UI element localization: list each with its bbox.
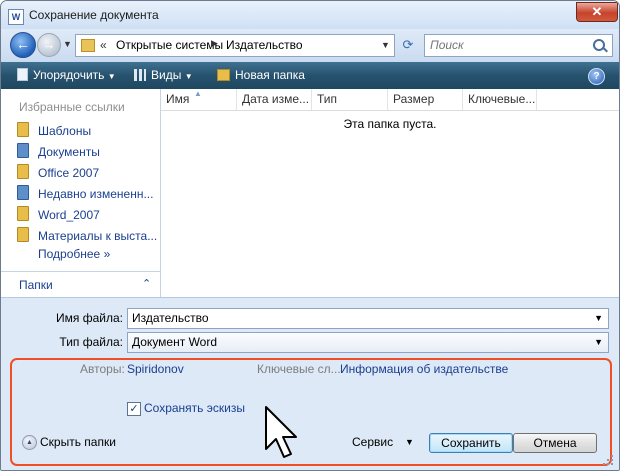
favorite-item-label: Документы bbox=[38, 145, 100, 159]
column-date-modified[interactable]: Дата изме... bbox=[237, 89, 312, 110]
filename-dropdown-icon[interactable]: ▼ bbox=[594, 313, 603, 323]
chevron-up-icon[interactable]: ▲ bbox=[22, 435, 37, 450]
resize-grip-icon[interactable] bbox=[601, 453, 615, 467]
new-folder-button[interactable]: Новая папка bbox=[217, 68, 305, 82]
save-thumbnails-label[interactable]: Сохранять эскизы bbox=[144, 401, 245, 415]
filename-field[interactable]: Издательство ▼ bbox=[127, 308, 609, 329]
filetype-value: Документ Word bbox=[132, 335, 218, 349]
save-thumbnails-checkbox[interactable]: ✓ bbox=[127, 402, 141, 416]
navigation-pane: Избранные ссылки Шаблоны Документы Offic… bbox=[1, 89, 161, 298]
folder-icon bbox=[81, 39, 95, 52]
window-title: Сохранение документа bbox=[29, 8, 159, 22]
filetype-dropdown-icon[interactable]: ▼ bbox=[594, 337, 603, 347]
organize-button[interactable]: Упорядочить ▼ bbox=[17, 68, 116, 82]
views-label: Виды bbox=[151, 68, 182, 82]
file-list[interactable]: Имя ▲ Дата изме... Тип Размер Ключевые..… bbox=[161, 89, 619, 297]
save-options-panel: Имя файла: Издательство ▼ Тип файла: Док… bbox=[1, 297, 619, 470]
filename-value[interactable]: Издательство bbox=[132, 311, 209, 325]
command-toolbar: Упорядочить ▼ Виды ▼ Новая папка ? bbox=[1, 62, 619, 89]
breadcrumb-open-systems[interactable]: Открытые системы bbox=[116, 38, 223, 52]
favorite-item-exhibition[interactable]: Материалы к выста... bbox=[17, 227, 157, 247]
new-folder-icon bbox=[217, 69, 230, 81]
empty-folder-message: Эта папка пуста. bbox=[343, 117, 437, 131]
filename-label: Имя файла: bbox=[56, 311, 123, 325]
views-icon bbox=[134, 69, 146, 81]
word-app-icon: W bbox=[8, 9, 24, 25]
views-dropdown-icon: ▼ bbox=[184, 72, 193, 81]
navigation-bar: ← → ▼ « Открытые системы ▶ Издательство … bbox=[1, 29, 619, 61]
folders-label: Папки bbox=[19, 278, 53, 292]
cancel-button[interactable]: Отмена bbox=[513, 433, 597, 453]
organize-dropdown-icon: ▼ bbox=[107, 72, 116, 81]
tools-button[interactable]: Сервис bbox=[352, 435, 393, 449]
search-icon[interactable] bbox=[593, 39, 605, 51]
favorites-header: Избранные ссылки bbox=[19, 100, 125, 114]
recent-folder-icon bbox=[17, 185, 29, 200]
favorite-item-word-2007[interactable]: Word_2007 bbox=[17, 206, 100, 226]
filetype-label: Тип файла: bbox=[59, 335, 123, 349]
refresh-icon[interactable]: ⟳ bbox=[397, 35, 419, 55]
folder-icon bbox=[17, 206, 29, 221]
views-button[interactable]: Виды ▼ bbox=[134, 68, 193, 82]
sort-ascending-icon: ▲ bbox=[194, 89, 202, 98]
organize-label: Упорядочить bbox=[33, 68, 105, 82]
column-type[interactable]: Тип bbox=[312, 89, 388, 110]
save-dialog: W Сохранение документа ✕ ← → ▼ « Открыты… bbox=[0, 0, 620, 471]
favorite-item-templates[interactable]: Шаблоны bbox=[17, 122, 91, 142]
more-link[interactable]: Подробнее » bbox=[38, 247, 110, 261]
authors-value[interactable]: Spiridonov bbox=[127, 362, 184, 376]
address-dropdown-icon[interactable]: ▼ bbox=[381, 40, 390, 50]
favorite-item-documents[interactable]: Документы bbox=[17, 143, 100, 163]
mouse-pointer-icon bbox=[265, 406, 297, 458]
help-icon[interactable]: ? bbox=[588, 68, 605, 85]
search-box[interactable] bbox=[424, 34, 613, 57]
column-size[interactable]: Размер bbox=[388, 89, 463, 110]
breadcrumb-overflow-icon[interactable]: « bbox=[100, 38, 107, 52]
save-button[interactable]: Сохранить bbox=[429, 433, 513, 453]
favorite-item-label: Недавно измененн... bbox=[38, 187, 154, 201]
favorite-item-label: Материалы к выста... bbox=[38, 229, 158, 243]
breadcrumb-separator-icon[interactable]: ▶ bbox=[211, 38, 218, 49]
favorite-item-label: Office 2007 bbox=[38, 166, 100, 180]
folder-icon bbox=[17, 122, 29, 137]
back-button[interactable]: ← bbox=[10, 32, 36, 58]
folder-icon bbox=[17, 227, 29, 242]
hide-folders-button[interactable]: Скрыть папки bbox=[40, 435, 116, 449]
column-header-row: Имя ▲ Дата изме... Тип Размер Ключевые..… bbox=[161, 89, 619, 111]
title-bar[interactable]: W Сохранение документа ✕ bbox=[1, 1, 619, 29]
search-input[interactable] bbox=[430, 38, 580, 52]
tools-dropdown-icon[interactable]: ▼ bbox=[405, 437, 414, 447]
close-button[interactable]: ✕ bbox=[576, 2, 618, 22]
filetype-select[interactable]: Документ Word ▼ bbox=[127, 332, 609, 353]
favorite-item-office-2007[interactable]: Office 2007 bbox=[17, 164, 99, 184]
favorite-item-label: Word_2007 bbox=[38, 208, 100, 222]
new-folder-label: Новая папка bbox=[235, 68, 305, 82]
column-keywords[interactable]: Ключевые... bbox=[463, 89, 537, 110]
authors-label: Авторы: bbox=[80, 362, 125, 376]
address-bar[interactable]: « Открытые системы ▶ Издательство ▼ bbox=[75, 34, 395, 57]
favorite-item-label: Шаблоны bbox=[38, 124, 92, 138]
forward-button[interactable]: → bbox=[37, 33, 61, 57]
favorite-item-recent[interactable]: Недавно измененн... bbox=[17, 185, 153, 205]
chevron-up-icon: ⌃ bbox=[142, 278, 152, 290]
folder-icon bbox=[17, 164, 29, 179]
organize-icon bbox=[17, 68, 28, 81]
breadcrumb-publishing[interactable]: Издательство bbox=[226, 38, 303, 52]
keywords-value[interactable]: Информация об издательстве bbox=[340, 362, 508, 376]
documents-icon bbox=[17, 143, 29, 158]
recent-pages-dropdown-icon[interactable]: ▼ bbox=[63, 39, 72, 49]
keywords-label: Ключевые сл... bbox=[257, 362, 341, 376]
folders-toggle[interactable]: Папки ⌃ bbox=[1, 271, 160, 298]
